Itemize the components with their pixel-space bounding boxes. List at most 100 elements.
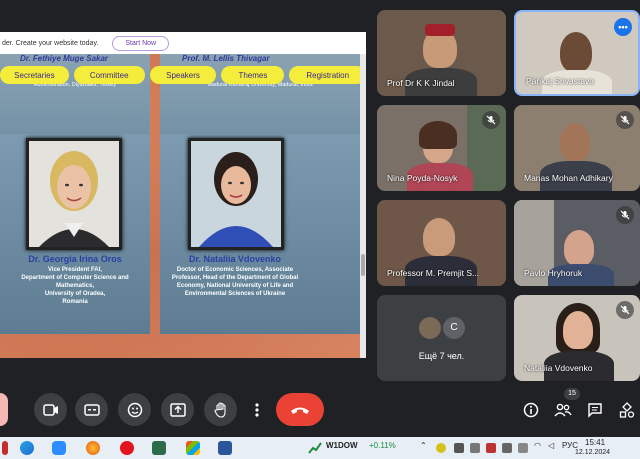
chat-button[interactable] — [586, 401, 604, 419]
participant-name: Nina Poyda-Nosyk — [387, 173, 458, 183]
mic-off-icon — [616, 301, 634, 319]
speaker-desc-vdovenko: Doctor of Economic Sciences, Associate P… — [160, 266, 310, 298]
present-button[interactable] — [161, 393, 194, 426]
opera-icon[interactable] — [120, 441, 134, 455]
scroll-thumb[interactable] — [361, 254, 365, 276]
captions-icon — [83, 403, 100, 416]
firefox-icon[interactable] — [86, 441, 100, 455]
shared-screen: Dr. Fethiye Muge Sakar Prof. M. Lellis T… — [0, 32, 366, 358]
person-head — [423, 218, 455, 256]
mic-off-icon — [482, 111, 500, 129]
nav-speakers[interactable]: Speakers — [149, 66, 217, 84]
nav-registration[interactable]: Registration — [289, 66, 366, 84]
emoji-icon — [127, 402, 142, 417]
app-icon-partial[interactable] — [2, 441, 8, 455]
nav-secretaries[interactable]: Secretaries — [0, 66, 69, 84]
desc-line: Professor, Head of the Department of Glo… — [171, 275, 299, 281]
stock-chart-icon — [308, 442, 322, 454]
desc-line: Environmental Sciences of Ukraine — [184, 291, 286, 297]
tray-app-icon[interactable] — [454, 443, 464, 453]
mic-toggle-partial[interactable] — [0, 393, 8, 426]
participant-tile-jindal[interactable]: Prof Dr K K Jindal — [377, 10, 506, 96]
app-icon[interactable] — [152, 441, 166, 455]
captions-button[interactable] — [75, 393, 108, 426]
nav-themes[interactable]: Themes — [221, 66, 285, 84]
participant-name: Professor M. Premjit S... — [387, 268, 480, 278]
others-tile[interactable]: C Ещё 7 чел. — [377, 295, 506, 381]
speaker-desc-oros: Vice President FAI, Department of Comput… — [0, 266, 150, 306]
wifi-icon[interactable]: ◠ — [534, 441, 541, 450]
activities-icon — [619, 402, 635, 418]
desc-line: Vice President FAI, — [48, 267, 102, 273]
store-icon[interactable] — [186, 441, 200, 455]
avatar-letter: C — [443, 317, 465, 339]
speaker-card-left: Dr. Georgia Irina Oros Vice President FA… — [0, 134, 150, 334]
tray-app-icon[interactable] — [470, 443, 480, 453]
tray-app-icon[interactable] — [486, 443, 496, 453]
participant-name: Nataliia Vdovenko — [524, 363, 593, 373]
participant-tile-premjit[interactable]: Professor M. Premjit S... — [377, 200, 506, 286]
desc-line: University of Oradea, — [44, 291, 106, 297]
tray-app-icon[interactable] — [518, 443, 528, 453]
meeting-info-button[interactable] — [522, 401, 540, 419]
edge-icon[interactable] — [20, 441, 34, 455]
clock-time[interactable]: 15:41 — [585, 438, 605, 447]
volume-icon[interactable]: ◁ — [548, 441, 554, 450]
speaker-name-vdovenko: Dr. Nataliia Vdovenko — [188, 254, 282, 264]
mic-off-icon — [616, 206, 634, 224]
top-left-speaker-name: Dr. Fethiye Muge Sakar — [20, 54, 109, 63]
person-head — [560, 123, 590, 161]
desc-line: Doctor of Economic Sciences, Associate — [176, 267, 294, 273]
word-icon[interactable] — [218, 441, 232, 455]
participant-tile-adhikary[interactable]: Manas Mohan Adhikary — [514, 105, 640, 191]
camera-button[interactable] — [34, 393, 67, 426]
windows-taskbar: W1DOW +0.11% ⌃ ◠ ◁ РУС 15:41 12.12.2024 — [0, 437, 640, 459]
participant-tile-srivastava[interactable]: ••• Pankaj Srivastava — [514, 10, 640, 96]
more-vert-icon — [255, 402, 259, 417]
participant-name: Pankaj Srivastava — [526, 76, 595, 86]
start-now-button[interactable]: Start Now — [112, 35, 170, 51]
emoji-button[interactable] — [118, 393, 151, 426]
people-icon — [554, 403, 572, 417]
speaker-photo-oros — [26, 138, 122, 250]
end-call-button[interactable] — [276, 393, 324, 426]
participant-tile-hryhoruk[interactable]: Pavlo Hryhoruk — [514, 200, 640, 286]
banner-text: der. Create your website today. — [2, 39, 99, 47]
desc-line: Romania — [62, 299, 88, 305]
participant-tile-poyda[interactable]: Nina Poyda-Nosyk — [377, 105, 506, 191]
desc-line: Economy, National University of Life and — [176, 283, 294, 289]
others-count-label: Ещё 7 чел. — [418, 351, 465, 361]
camera-icon — [42, 403, 58, 416]
share-scrollbar[interactable] — [360, 54, 366, 358]
person-head — [560, 32, 592, 72]
people-button[interactable] — [554, 401, 572, 419]
mic-off-icon — [616, 111, 634, 129]
desc-line: Department of Computer Science and — [21, 275, 129, 281]
speaker-photo-vdovenko — [188, 138, 284, 250]
speaking-indicator-icon: ••• — [614, 18, 632, 36]
speaker-card-right: Dr. Nataliia Vdovenko Doctor of Economic… — [160, 134, 360, 334]
info-icon — [523, 402, 539, 418]
participant-name: Pavlo Hryhoruk — [524, 268, 583, 278]
site-nav: Secretaries Committee Speakers Themes Re… — [0, 66, 366, 86]
raise-hand-button[interactable] — [204, 393, 237, 426]
tray-app-icon[interactable] — [502, 443, 512, 453]
hang-up-icon — [291, 407, 309, 414]
zoom-icon[interactable] — [52, 441, 66, 455]
website-builder-banner: der. Create your website today. Start No… — [0, 32, 366, 54]
participant-tile-vdovenko[interactable]: Nataliia Vdovenko — [514, 295, 640, 381]
stock-ticker: W1DOW — [326, 441, 358, 450]
tray-expand-icon[interactable]: ⌃ — [420, 441, 427, 450]
activities-button[interactable] — [618, 401, 636, 419]
person-head — [563, 311, 593, 349]
clock-date[interactable]: 12.12.2024 — [575, 449, 610, 456]
chat-icon — [588, 403, 602, 418]
desc-line: Mathematics, — [55, 283, 94, 289]
cap-shape — [425, 24, 455, 36]
nav-committee[interactable]: Committee — [73, 66, 145, 84]
more-options-button[interactable] — [242, 393, 272, 426]
hair-shape — [419, 121, 457, 149]
top-right-speaker-name: Prof. M. Lellis Thivagar — [182, 54, 270, 63]
participant-name: Manas Mohan Adhikary — [524, 173, 613, 183]
tray-app-icon[interactable] — [436, 443, 446, 453]
